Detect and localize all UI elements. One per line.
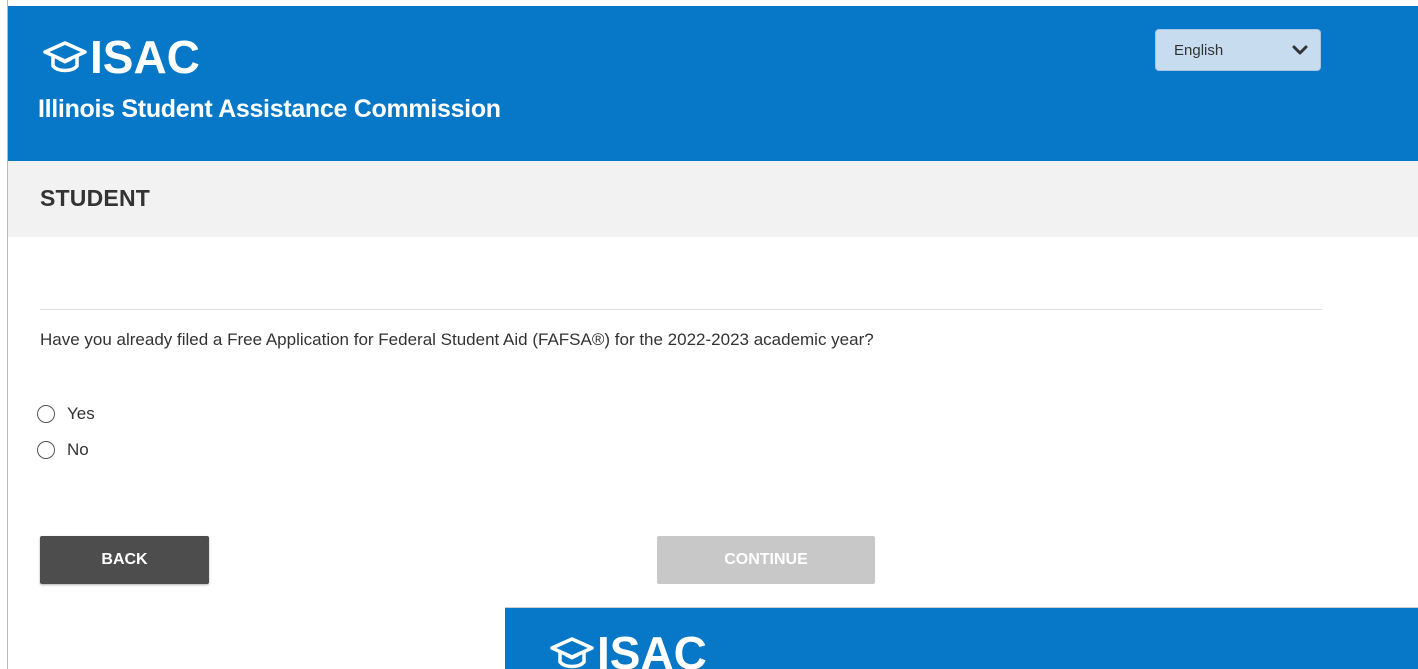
language-select[interactable]: English [1155, 29, 1321, 71]
logo-text: ISAC [90, 31, 200, 83]
isac-logo[interactable]: ISAC [42, 34, 200, 80]
organization-name: Illinois Student Assistance Commission [38, 95, 501, 123]
page-frame: ISAC Illinois Student Assistance Commiss… [0, 0, 1418, 669]
radio-label-yes: Yes [67, 404, 95, 423]
graduation-cap-icon [43, 41, 87, 73]
site-header: ISAC Illinois Student Assistance Commiss… [8, 0, 1418, 161]
overlay-header-preview: ISAC [505, 607, 1418, 669]
radio-option-yes[interactable]: Yes [37, 404, 95, 424]
back-button[interactable]: BACK [40, 536, 209, 584]
radio-label-no: No [67, 440, 89, 459]
chevron-down-icon [1292, 45, 1308, 55]
overlay-isac-logo: ISAC [549, 630, 707, 669]
radio-option-no[interactable]: No [37, 440, 89, 460]
section-title: STUDENT [40, 185, 151, 211]
graduation-cap-icon [550, 637, 594, 669]
fafsa-question: Have you already filed a Free Applicatio… [40, 330, 874, 349]
overlay-logo-text: ISAC [597, 627, 707, 669]
language-selected-value: English [1174, 41, 1224, 59]
window-left-edge [0, 0, 8, 669]
section-header: STUDENT [8, 161, 1418, 237]
divider [40, 309, 1322, 310]
continue-button[interactable]: CONTINUE [657, 536, 875, 584]
radio-button-yes[interactable] [37, 405, 55, 423]
radio-button-no[interactable] [37, 441, 55, 459]
